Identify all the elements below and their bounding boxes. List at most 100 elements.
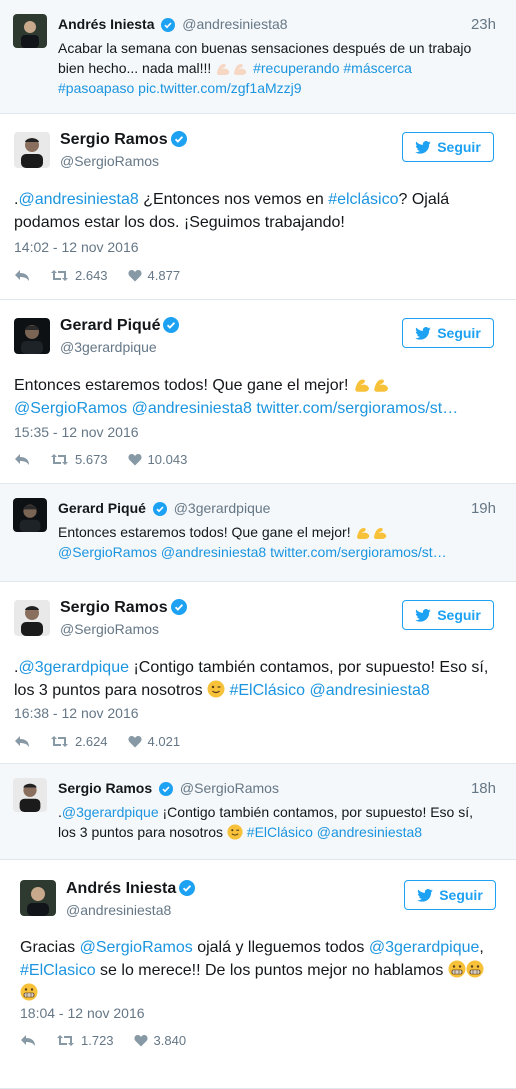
flexed-biceps-icon: [372, 525, 389, 540]
tweet-compact-iniesta[interactable]: Andrés Iniesta @andresiniesta8 23h Acaba…: [0, 0, 516, 114]
author-name-text[interactable]: Sergio Ramos: [60, 599, 168, 616]
author-name[interactable]: Gerard Piqué: [60, 317, 180, 335]
twitter-bird-icon: [415, 326, 432, 340]
verified-icon: [170, 131, 187, 147]
tweet-card-andres-iniesta[interactable]: Andrés Iniesta @andresiniesta8 Seguir Gr…: [0, 860, 516, 1089]
author-name[interactable]: Sergio Ramos: [60, 599, 187, 617]
author-name[interactable]: Andrés Iniesta: [66, 880, 196, 898]
tweet-actions: 2.643 4.877: [14, 268, 200, 283]
like-count: 4.877: [147, 268, 181, 283]
follow-button[interactable]: Seguir: [402, 600, 494, 630]
hashtag-mention-links[interactable]: #ElClásico @andresiniesta8: [229, 682, 429, 699]
tweet-text-line-link[interactable]: #pasoapaso pic.twitter.com/zgf1aMzzj9: [58, 78, 502, 98]
author-name-text[interactable]: Andrés Iniesta: [66, 880, 176, 897]
tweet-date[interactable]: 18:04 - 12 nov 2016: [20, 1005, 145, 1021]
avatar[interactable]: [13, 14, 47, 48]
author-handle[interactable]: @3gerardpique: [174, 500, 271, 516]
tweet-header: Sergio Ramos @SergioRamos 18h: [58, 780, 506, 797]
retweet-button[interactable]: 2.624: [50, 734, 108, 749]
reply-button[interactable]: [14, 453, 30, 466]
tweet-text-segment: Entonces estaremos todos! Que gane el me…: [14, 377, 349, 394]
tweet-text: Entonces estaremos todos! Que gane el me…: [58, 522, 502, 562]
tweet-text-line: Acabar la semana con buenas sensaciones …: [58, 40, 472, 56]
tweet-card-sergio-ramos[interactable]: Sergio Ramos @SergioRamos Seguir .@3gera…: [0, 582, 516, 764]
tweet-text-segment: ojalá y lleguemos todos: [192, 939, 369, 956]
avatar[interactable]: [13, 778, 47, 812]
hashtag-link[interactable]: #elclásico: [328, 191, 398, 208]
like-button[interactable]: 10.043: [128, 452, 188, 467]
avatar[interactable]: [14, 132, 50, 168]
tweet-text-line: bien hecho... nada mal!!! #recuperando #…: [58, 58, 502, 78]
reply-button[interactable]: [14, 269, 30, 282]
reply-icon: [14, 735, 30, 748]
tweet-text-line: los 3 puntos para nosotros #ElClásico @a…: [58, 822, 502, 842]
tweet-text-line: podamos estar los dos. ¡Seguimos trabaja…: [14, 214, 345, 231]
avatar[interactable]: [13, 498, 47, 532]
author-name-text[interactable]: Sergio Ramos: [60, 131, 168, 148]
mention-links[interactable]: @SergioRamos @andresiniesta8 twitter.com…: [14, 397, 498, 420]
author-handle[interactable]: @andresiniesta8: [182, 16, 287, 32]
tweet-date[interactable]: 16:38 - 12 nov 2016: [14, 705, 139, 721]
tweet-compact-sergio-ramos[interactable]: Sergio Ramos @SergioRamos 18h .@3gerardp…: [0, 764, 516, 860]
author-name[interactable]: Sergio Ramos: [58, 780, 152, 796]
mention-link[interactable]: @3gerardpique: [62, 804, 159, 820]
like-button[interactable]: 3.840: [134, 1033, 186, 1048]
avatar[interactable]: [20, 880, 56, 916]
retweet-icon: [56, 1034, 75, 1047]
tweet-time[interactable]: 19h: [471, 500, 496, 517]
retweet-count: 2.643: [75, 268, 108, 283]
retweet-button[interactable]: 2.643: [50, 268, 108, 283]
hashtag-link[interactable]: #ElClasico: [20, 962, 96, 979]
mention-link[interactable]: @3gerardpique: [369, 939, 480, 956]
author-handle[interactable]: @SergioRamos: [60, 153, 159, 169]
author-name[interactable]: Andrés Iniesta: [58, 16, 154, 32]
like-button[interactable]: 4.877: [128, 268, 181, 283]
hashtag-mention-links[interactable]: #ElClásico @andresiniesta8: [247, 824, 422, 840]
retweet-button[interactable]: 1.723: [56, 1033, 114, 1048]
mention-links[interactable]: @SergioRamos @andresiniesta8 twitter.com…: [58, 542, 502, 562]
tweet-text-segment: los 3 puntos para nosotros: [58, 824, 223, 840]
tweet-text: .@3gerardpique ¡Contigo también contamos…: [58, 802, 502, 842]
tweet-text-segment: ¿Entonces nos vemos en: [138, 191, 329, 208]
grimace-face-icon: [466, 960, 484, 978]
tweet-text: .@andresiniesta8 ¿Entonces nos vemos en …: [14, 188, 498, 234]
like-count: 10.043: [147, 452, 188, 467]
follow-button[interactable]: Seguir: [404, 880, 496, 910]
reply-button[interactable]: [20, 1034, 36, 1047]
author-name-text[interactable]: Gerard Piqué: [60, 317, 160, 334]
author-name[interactable]: Gerard Piqué: [58, 500, 146, 516]
follow-button[interactable]: Seguir: [402, 318, 494, 348]
heart-icon: [128, 269, 142, 282]
tweet-actions: 2.624 4.021: [14, 734, 200, 749]
mention-link[interactable]: @3gerardpique: [18, 659, 129, 676]
tweet-text-segment: Gracias: [20, 939, 80, 956]
tweet-card-sergio-ramos[interactable]: Sergio Ramos @SergioRamos Seguir .@andre…: [0, 114, 516, 300]
verified-icon: [161, 18, 176, 32]
retweet-button[interactable]: 5.673: [50, 452, 108, 467]
tweet-text-line: los 3 puntos para nosotros #ElClásico @a…: [14, 679, 498, 702]
grimace-face-icon: [448, 960, 466, 978]
tweet-compact-gerard-pique[interactable]: Gerard Piqué @3gerardpique 19h Entonces …: [0, 484, 516, 582]
tweet-date[interactable]: 15:35 - 12 nov 2016: [14, 424, 139, 440]
reply-icon: [14, 269, 30, 282]
tweet-time[interactable]: 23h: [471, 16, 496, 33]
avatar[interactable]: [14, 318, 50, 354]
tweet-card-gerard-pique[interactable]: Gerard Piqué @3gerardpique Seguir Entonc…: [0, 300, 516, 484]
author-name[interactable]: Sergio Ramos: [60, 131, 187, 149]
author-handle[interactable]: @SergioRamos: [180, 780, 279, 796]
mention-link[interactable]: @SergioRamos: [80, 939, 193, 956]
author-handle[interactable]: @SergioRamos: [60, 621, 159, 637]
tweet-time[interactable]: 18h: [471, 780, 496, 797]
tweet-text-line: Entonces estaremos todos! Que gane el me…: [58, 522, 502, 542]
retweet-count: 5.673: [75, 452, 108, 467]
author-handle[interactable]: @3gerardpique: [60, 339, 157, 355]
mention-link[interactable]: @andresiniesta8: [18, 191, 138, 208]
tweet-date[interactable]: 14:02 - 12 nov 2016: [14, 239, 139, 255]
avatar[interactable]: [14, 600, 50, 636]
hashtag-links[interactable]: #recuperando #máscerca: [253, 60, 412, 76]
author-handle[interactable]: @andresiniesta8: [66, 902, 171, 918]
follow-button[interactable]: Seguir: [402, 132, 494, 162]
tweet-text: .@3gerardpique ¡Contigo también contamos…: [14, 656, 498, 702]
like-button[interactable]: 4.021: [128, 734, 180, 749]
reply-button[interactable]: [14, 735, 30, 748]
